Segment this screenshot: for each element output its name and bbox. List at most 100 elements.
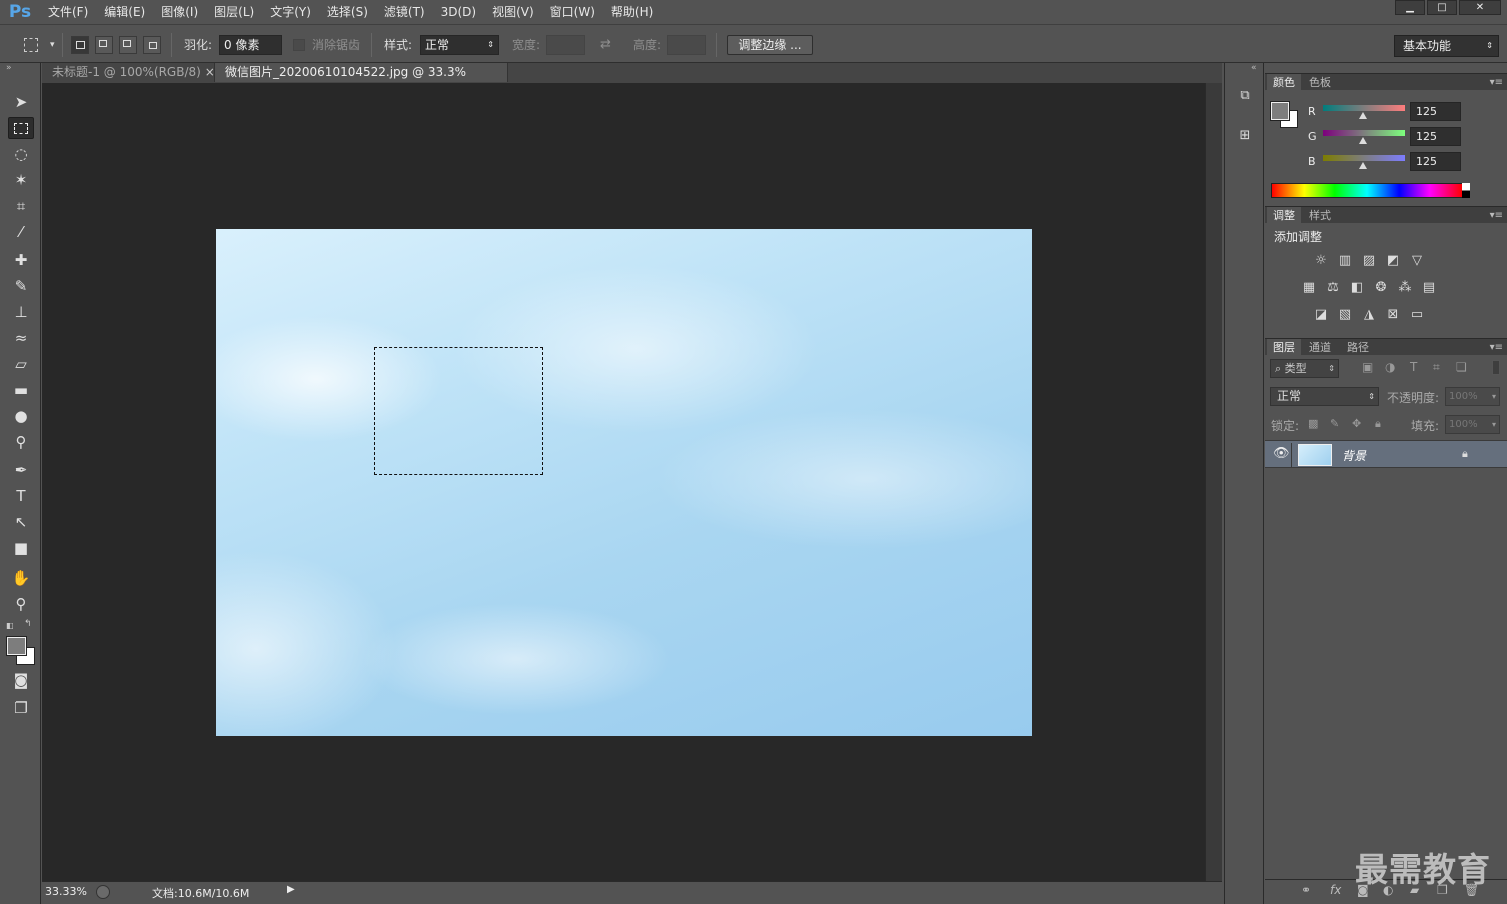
brightness-contrast-icon[interactable]: ☼ bbox=[1312, 253, 1330, 269]
menu-view[interactable]: 视图(V) bbox=[484, 0, 542, 24]
blur-tool-icon[interactable]: ● bbox=[8, 405, 34, 427]
fill-input[interactable]: 100% ▾ bbox=[1445, 415, 1500, 434]
clone-stamp-tool-icon[interactable]: ⊥ bbox=[8, 301, 34, 323]
b-slider[interactable] bbox=[1323, 155, 1405, 161]
add-selection-button[interactable] bbox=[95, 36, 113, 54]
status-info-icon[interactable] bbox=[96, 885, 110, 899]
rect-marquee-preset-icon[interactable] bbox=[24, 38, 38, 52]
default-colors-icon[interactable]: ◧ bbox=[6, 621, 14, 630]
layer-filter-select[interactable]: ⌕ 类型 ⇕ bbox=[1270, 359, 1339, 378]
r-value[interactable]: 125 bbox=[1410, 102, 1461, 121]
tab-layers[interactable]: 图层 bbox=[1267, 339, 1301, 356]
layer-name[interactable]: 背景 bbox=[1342, 447, 1366, 464]
menu-select[interactable]: 选择(S) bbox=[319, 0, 376, 24]
filter-pixel-icon[interactable]: ▣ bbox=[1362, 360, 1373, 374]
filter-type-icon[interactable]: T bbox=[1410, 360, 1417, 374]
exposure-icon[interactable]: ◩ bbox=[1384, 253, 1402, 269]
menu-window[interactable]: 窗口(W) bbox=[542, 0, 603, 24]
tab-channels[interactable]: 通道 bbox=[1303, 339, 1337, 356]
g-value[interactable]: 125 bbox=[1410, 127, 1461, 146]
menu-layer[interactable]: 图层(L) bbox=[206, 0, 262, 24]
tab-untitled[interactable]: 未标题-1 @ 100%(RGB/8) × bbox=[42, 63, 221, 82]
rect-marquee-tool-icon[interactable] bbox=[8, 117, 34, 139]
layer-thumbnail[interactable] bbox=[1298, 444, 1332, 466]
eraser-tool-icon[interactable]: ▱ bbox=[8, 353, 34, 375]
screen-mode-icon[interactable]: ❐ bbox=[8, 697, 34, 719]
tab-adjustments[interactable]: 调整 bbox=[1267, 207, 1301, 224]
vertical-scrollbar[interactable] bbox=[1205, 83, 1222, 881]
b-slider-thumb[interactable] bbox=[1359, 162, 1367, 169]
crop-tool-icon[interactable]: ⌗ bbox=[8, 195, 34, 217]
swap-colors-icon[interactable]: ↰ bbox=[24, 619, 32, 629]
channel-mixer-icon[interactable]: ⁂ bbox=[1396, 280, 1414, 296]
maximize-button[interactable]: □ bbox=[1427, 0, 1457, 15]
feather-input[interactable]: 0 像素 bbox=[219, 35, 282, 55]
gradient-map-icon[interactable]: ▭ bbox=[1408, 307, 1426, 323]
curves-icon[interactable]: ▨ bbox=[1360, 253, 1378, 269]
eyedropper-tool-icon[interactable]: ⁄ bbox=[8, 221, 34, 243]
menu-file[interactable]: 文件(F) bbox=[40, 0, 96, 24]
lasso-tool-icon[interactable]: ◌ bbox=[8, 143, 34, 165]
black-white-icon[interactable]: ◧ bbox=[1348, 280, 1366, 296]
menu-type[interactable]: 文字(Y) bbox=[262, 0, 319, 24]
history-panel-icon[interactable]: ⧉ bbox=[1233, 85, 1257, 107]
selective-color-icon[interactable]: ⊠ bbox=[1384, 307, 1402, 323]
threshold-icon[interactable]: ◮ bbox=[1360, 307, 1378, 323]
collapse-icon[interactable]: « bbox=[1251, 63, 1257, 73]
layer-style-icon[interactable]: fx bbox=[1330, 883, 1341, 897]
preset-dropdown-icon[interactable]: ▾ bbox=[50, 35, 55, 55]
menu-help[interactable]: 帮助(H) bbox=[603, 0, 661, 24]
refine-edge-button[interactable]: 调整边缘 ... bbox=[727, 35, 813, 55]
minimize-button[interactable]: ▁ bbox=[1395, 0, 1425, 15]
zoom-level[interactable]: 33.33% bbox=[45, 885, 87, 898]
rectangle-tool-icon[interactable]: ■ bbox=[8, 537, 34, 559]
photo-filter-icon[interactable]: ❂ bbox=[1372, 280, 1390, 296]
fg-color-chip[interactable] bbox=[1270, 101, 1290, 121]
close-button[interactable]: ✕ bbox=[1459, 0, 1501, 15]
swap-icon[interactable]: ⇄ bbox=[600, 35, 611, 55]
height-input[interactable] bbox=[667, 35, 706, 55]
workspace-select[interactable]: 基本功能 ⇕ bbox=[1394, 35, 1499, 57]
link-layers-icon[interactable]: ⚭ bbox=[1301, 883, 1311, 897]
g-slider-thumb[interactable] bbox=[1359, 137, 1367, 144]
menu-edit[interactable]: 编辑(E) bbox=[96, 0, 153, 24]
width-input[interactable] bbox=[546, 35, 585, 55]
intersect-selection-button[interactable] bbox=[143, 36, 161, 54]
rect-selection[interactable] bbox=[374, 347, 543, 475]
subtract-selection-button[interactable] bbox=[119, 36, 137, 54]
lock-transparent-icon[interactable]: ▩ bbox=[1308, 417, 1318, 430]
path-selection-tool-icon[interactable]: ↖ bbox=[8, 511, 34, 533]
panel-menu-icon[interactable]: ▾≡ bbox=[1490, 207, 1503, 224]
healing-brush-tool-icon[interactable]: ✚ bbox=[8, 249, 34, 271]
filter-smart-icon[interactable]: ❏ bbox=[1456, 360, 1467, 374]
status-menu-arrow-icon[interactable]: ▶ bbox=[287, 884, 295, 895]
pen-tool-icon[interactable]: ✒ bbox=[8, 459, 34, 481]
new-selection-button[interactable] bbox=[71, 36, 89, 54]
tab-swatches[interactable]: 色板 bbox=[1303, 74, 1337, 91]
menu-filter[interactable]: 滤镜(T) bbox=[376, 0, 433, 24]
magic-wand-tool-icon[interactable]: ✶ bbox=[8, 169, 34, 191]
antialias-checkbox[interactable] bbox=[293, 39, 305, 51]
document-image[interactable] bbox=[216, 229, 1032, 736]
levels-icon[interactable]: ▥ bbox=[1336, 253, 1354, 269]
filter-shape-icon[interactable]: ⌗ bbox=[1433, 360, 1440, 375]
quick-mask-icon[interactable]: ◙ bbox=[8, 669, 34, 691]
b-value[interactable]: 125 bbox=[1410, 152, 1461, 171]
tab-active-image[interactable]: 微信图片_20200610104522.jpg @ 33.3%(RGB/8)× bbox=[214, 63, 508, 98]
lock-all-icon[interactable]: 🔒︎ bbox=[1375, 417, 1381, 431]
tab-styles[interactable]: 样式 bbox=[1303, 207, 1337, 224]
g-slider[interactable] bbox=[1323, 130, 1405, 136]
vibrance-icon[interactable]: ▽ bbox=[1408, 253, 1426, 269]
blend-mode-select[interactable]: 正常 ⇕ bbox=[1270, 387, 1379, 406]
history-brush-tool-icon[interactable]: ≈ bbox=[8, 327, 34, 349]
menu-image[interactable]: 图像(I) bbox=[153, 0, 206, 24]
hand-tool-icon[interactable]: ✋ bbox=[8, 567, 34, 589]
panel-menu-icon[interactable]: ▾≡ bbox=[1490, 74, 1503, 91]
black-white-chip[interactable] bbox=[1462, 183, 1470, 198]
color-balance-icon[interactable]: ⚖ bbox=[1324, 280, 1342, 296]
panel-menu-icon[interactable]: ▾≡ bbox=[1490, 339, 1503, 356]
color-spectrum-bar[interactable] bbox=[1271, 183, 1463, 198]
style-select[interactable]: 正常 ⇕ bbox=[420, 35, 499, 55]
filter-adjustment-icon[interactable]: ◑ bbox=[1385, 360, 1395, 374]
dodge-tool-icon[interactable]: ⚲ bbox=[8, 431, 34, 453]
